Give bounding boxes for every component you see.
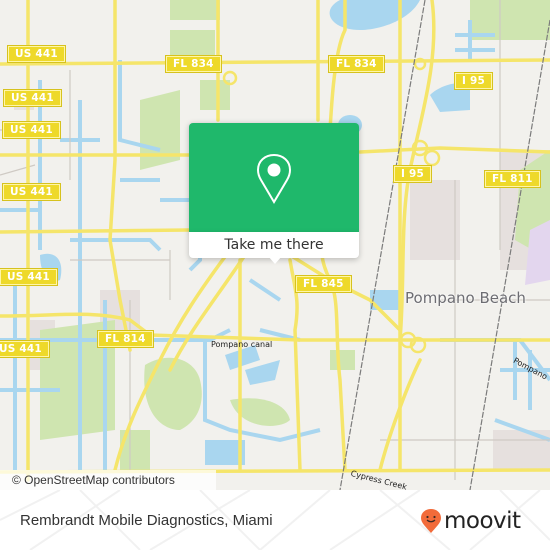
route-shield-fl811: FL 811 bbox=[484, 170, 541, 188]
city-label-pompano-beach: Pompano Beach bbox=[405, 289, 526, 307]
place-title: Rembrandt Mobile Diagnostics, Miami bbox=[20, 512, 273, 529]
route-shield-fl845: FL 845 bbox=[295, 275, 352, 293]
brand-name: moovit bbox=[444, 508, 521, 534]
popup-pointer bbox=[268, 256, 282, 264]
take-me-there-button[interactable]: Take me there bbox=[189, 232, 359, 258]
moovit-logo[interactable]: moovit bbox=[420, 508, 521, 534]
destination-popup[interactable] bbox=[189, 123, 359, 233]
route-shield-us441: US 441 bbox=[0, 340, 50, 358]
street-label-pompano-canal: Pompano canal bbox=[211, 340, 273, 349]
route-shield-fl814: FL 814 bbox=[97, 330, 154, 348]
route-shield-i95: I 95 bbox=[393, 165, 432, 183]
route-shield-us441: US 441 bbox=[2, 121, 61, 139]
route-shield-us441: US 441 bbox=[2, 183, 61, 201]
moovit-pin-icon bbox=[421, 509, 441, 533]
map-attribution[interactable]: © OpenStreetMap contributors bbox=[0, 470, 216, 490]
route-shield-fl834: FL 834 bbox=[328, 55, 385, 73]
route-shield-fl834: FL 834 bbox=[165, 55, 222, 73]
route-shield-us441: US 441 bbox=[7, 45, 66, 63]
route-shield-us441: US 441 bbox=[0, 268, 58, 286]
route-shield-i95: I 95 bbox=[454, 72, 493, 90]
route-shield-us441: US 441 bbox=[3, 89, 62, 107]
footer: Rembrandt Mobile Diagnostics, Miami moov… bbox=[0, 490, 550, 550]
map-pin-icon bbox=[257, 154, 291, 204]
